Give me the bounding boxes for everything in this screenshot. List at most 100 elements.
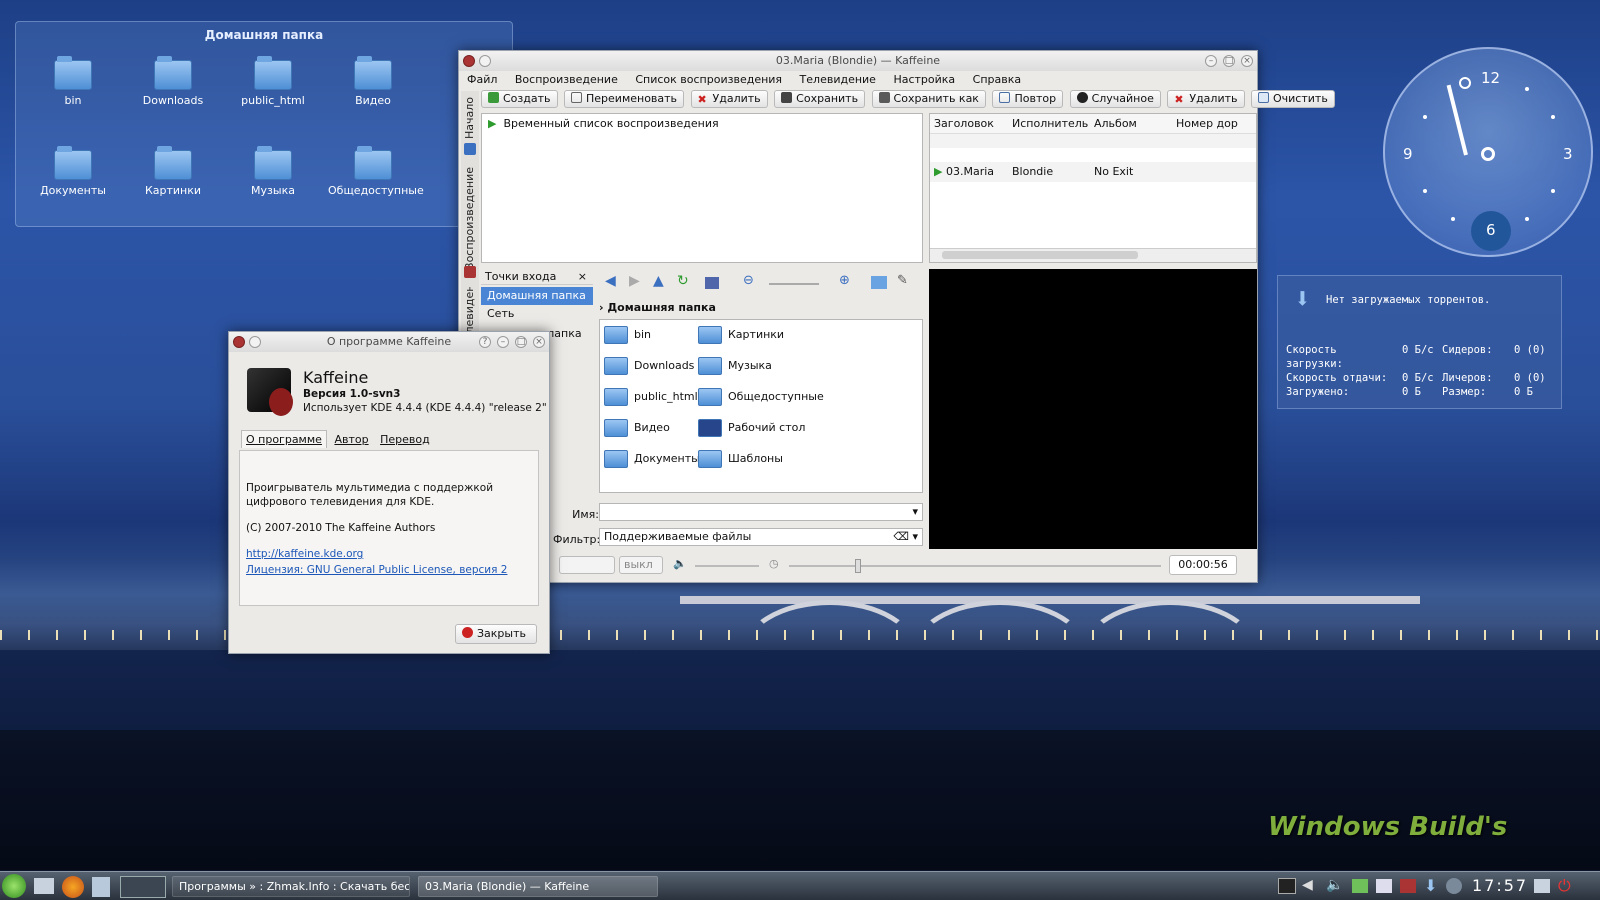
column-album[interactable]: Альбом xyxy=(1094,114,1176,133)
zoom-slider[interactable] xyxy=(769,283,819,285)
maximize-button[interactable]: □ xyxy=(515,336,527,348)
file-item[interactable]: bin xyxy=(604,326,651,344)
clear-button[interactable]: Очистить xyxy=(1251,90,1335,108)
volume-icon[interactable]: 🔈 xyxy=(1326,877,1343,893)
repeat-button[interactable]: Повтор xyxy=(992,90,1064,108)
name-combobox[interactable]: ▾ xyxy=(599,503,923,521)
maximize-button[interactable]: □ xyxy=(1223,55,1235,67)
seek-handle[interactable] xyxy=(855,559,861,573)
clipboard-icon[interactable] xyxy=(1376,879,1392,893)
menu-tv[interactable]: Телевидение xyxy=(800,73,876,86)
tab-playback[interactable]: Воспроизведение xyxy=(463,167,476,270)
app-menu-icon[interactable] xyxy=(233,336,245,348)
desktop-icon-public[interactable]: Общедоступные xyxy=(328,146,424,197)
place-network[interactable]: Сеть xyxy=(481,305,593,323)
app-menu-icon[interactable] xyxy=(463,55,475,67)
table-row[interactable] xyxy=(930,134,1256,148)
shuffle-button[interactable]: Случайное xyxy=(1069,90,1161,108)
lock-screen-icon[interactable] xyxy=(1534,879,1550,893)
tab-start[interactable]: Начало xyxy=(463,97,476,139)
volume-slider[interactable] xyxy=(695,565,759,567)
power-icon[interactable]: ⏻ xyxy=(1558,876,1571,896)
desktop-icon-music[interactable]: Музыка xyxy=(228,146,318,197)
help-button[interactable]: ? xyxy=(479,336,491,348)
playlist-item[interactable]: ▶ Временный список воспроизведения xyxy=(482,114,922,133)
kaffeine-tray-icon[interactable] xyxy=(1400,879,1416,893)
task-kaffeine[interactable]: 03.Maria (Blondie) — Kaffeine xyxy=(418,876,658,897)
info-icon[interactable] xyxy=(1446,878,1462,894)
tab-translation[interactable]: Перевод xyxy=(376,431,434,448)
desktop-icon-downloads[interactable]: Downloads xyxy=(128,56,218,107)
remove-track-button[interactable]: ✖ Удалить xyxy=(1167,90,1245,108)
desktop-icon-pictures[interactable]: Картинки xyxy=(128,146,218,197)
audio-combo[interactable]: выкл xyxy=(619,556,663,574)
create-button[interactable]: Создать xyxy=(481,90,558,108)
tab-author[interactable]: Автор xyxy=(330,431,372,448)
close-button[interactable]: × xyxy=(533,336,545,348)
start-menu-icon[interactable] xyxy=(2,874,26,898)
pager[interactable] xyxy=(120,876,166,898)
file-item[interactable]: Музыка xyxy=(698,357,772,375)
close-dialog-button[interactable]: Закрыть xyxy=(455,624,537,644)
desktop-icon-documents[interactable]: Документы xyxy=(28,146,118,197)
taskbar-clock[interactable]: 17:57 xyxy=(1472,876,1528,895)
file-manager-icon[interactable] xyxy=(92,877,110,897)
task-firefox[interactable]: Программы » : Zhmak.Info : Скачать беспл… xyxy=(172,876,410,897)
menu-settings[interactable]: Настройка xyxy=(893,73,955,86)
website-link[interactable]: http://kaffeine.kde.org xyxy=(246,547,532,561)
rename-button[interactable]: Переименовать xyxy=(564,90,685,108)
close-icon[interactable]: × xyxy=(578,269,587,285)
menu-file[interactable]: Файл xyxy=(467,73,497,86)
scrollbar-thumb[interactable] xyxy=(942,251,1138,259)
video-area[interactable] xyxy=(929,269,1257,549)
sticky-button[interactable] xyxy=(249,336,261,348)
file-item[interactable]: Видео xyxy=(604,419,670,437)
column-artist[interactable]: Исполнитель xyxy=(1012,114,1094,133)
reload-icon[interactable]: ↻ xyxy=(677,273,689,289)
zoom-out-icon[interactable]: ⊖ xyxy=(743,273,754,288)
sticky-button[interactable] xyxy=(479,55,491,67)
menu-playback[interactable]: Воспроизведение xyxy=(515,73,618,86)
minimize-button[interactable]: – xyxy=(497,336,509,348)
breadcrumb[interactable]: › Домашняя папка xyxy=(599,301,716,314)
save-button[interactable]: Сохранить xyxy=(774,90,866,108)
ktorrent-icon[interactable]: ⬇ xyxy=(1424,876,1437,895)
about-titlebar[interactable]: О программе Kaffeine ? – □ × xyxy=(229,332,549,352)
back-icon[interactable]: ◀ xyxy=(605,273,616,289)
file-item[interactable]: Downloads xyxy=(604,357,694,375)
file-item[interactable]: Картинки xyxy=(698,326,784,344)
filter-combobox[interactable]: Поддерживаемые файлы ⌫ ▾ xyxy=(599,528,923,546)
file-item[interactable]: Общедоступные xyxy=(698,388,824,406)
network-icon[interactable] xyxy=(1352,879,1368,893)
desktop-icon-public-html[interactable]: public_html xyxy=(228,56,318,107)
firefox-icon[interactable] xyxy=(62,876,84,898)
subtitle-combo[interactable] xyxy=(559,556,615,574)
tab-about[interactable]: О программе xyxy=(241,430,327,448)
place-home[interactable]: Домашняя папка xyxy=(481,287,593,305)
file-item[interactable]: Шаблоны xyxy=(698,450,783,468)
tray-arrow-icon[interactable]: ◀ xyxy=(1302,877,1313,893)
table-row[interactable] xyxy=(930,148,1256,162)
desktop-icon-video[interactable]: Видео xyxy=(328,56,418,107)
kaffeine-titlebar[interactable]: 03.Maria (Blondie) — Kaffeine – □ × xyxy=(459,51,1257,71)
new-folder-icon[interactable] xyxy=(871,276,887,289)
column-title[interactable]: Заголовок xyxy=(930,114,1012,133)
zoom-in-icon[interactable]: ⊕ xyxy=(839,273,850,288)
menu-playlist[interactable]: Список воспроизведения xyxy=(635,73,782,86)
seek-slider[interactable] xyxy=(789,565,1161,567)
license-link[interactable]: Лицензия: GNU General Public License, ве… xyxy=(246,563,532,577)
horizontal-scrollbar[interactable] xyxy=(930,248,1256,262)
up-icon[interactable]: ▲ xyxy=(653,273,664,289)
menu-help[interactable]: Справка xyxy=(973,73,1021,86)
save-as-button[interactable]: Сохранить как xyxy=(871,90,986,108)
desktop-icon-bin[interactable]: bin xyxy=(28,56,118,107)
view-icon[interactable] xyxy=(705,277,719,289)
tools-icon[interactable]: ✎ xyxy=(897,273,908,288)
file-item[interactable]: Документы xyxy=(604,450,700,468)
table-row[interactable]: ▶ 03.Maria Blondie No Exit xyxy=(930,162,1256,182)
file-item[interactable]: Рабочий стол xyxy=(698,419,805,437)
show-desktop-icon[interactable] xyxy=(34,878,54,894)
close-button[interactable]: × xyxy=(1241,55,1253,67)
forward-icon[interactable]: ▶ xyxy=(629,273,640,289)
terminal-icon[interactable] xyxy=(1278,878,1296,894)
